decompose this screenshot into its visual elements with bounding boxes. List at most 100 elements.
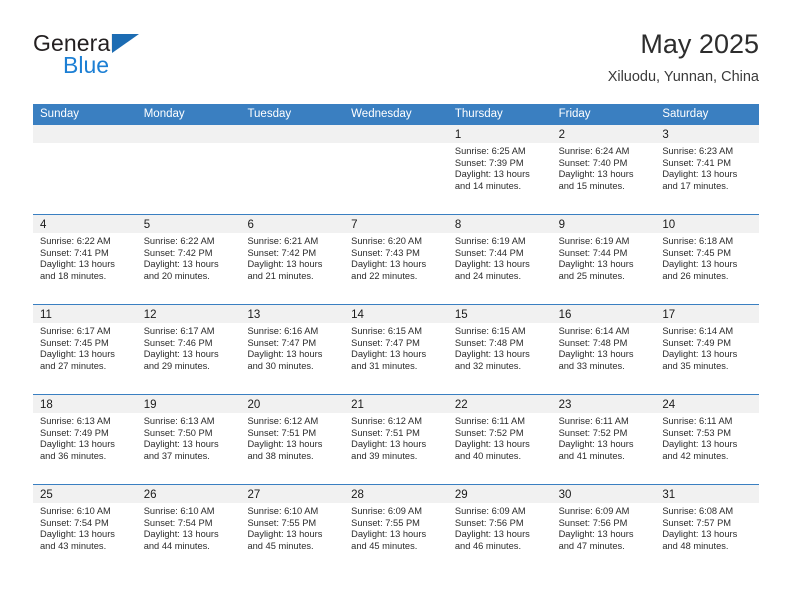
day-number-band: 31 xyxy=(655,485,760,503)
day-number: 7 xyxy=(351,219,358,231)
sunset-text: Sunset: 7:45 PM xyxy=(40,337,109,348)
day-cell-26[interactable]: 26 Sunrise: 6:10 AM Sunset: 7:54 PM Dayligh… xyxy=(136,485,241,574)
sunset-text: Sunset: 7:54 PM xyxy=(143,517,213,528)
day-cell-6[interactable]: 6 Sunrise: 6:21 AM Sunset: 7:42 PM Daylight… xyxy=(240,215,345,304)
sunrise-text: Sunrise: 6:17 AM xyxy=(40,326,111,336)
day-cell-11[interactable]: 11 Sunrise: 6:17 AM Sunset: 7:45 PM Dayligh… xyxy=(33,305,137,394)
daylight-text-line1: Daylight: 13 hours xyxy=(558,529,634,540)
day-cell-2[interactable]: 2 Sunrise: 6:24 AM Sunset: 7:40 PM Daylight… xyxy=(551,125,656,214)
sunset-text: Sunset: 7:42 PM xyxy=(247,247,317,258)
day-cell-3[interactable]: 3 Sunrise: 6:23 AM Sunset: 7:41 PM Daylight… xyxy=(655,125,760,214)
day-number: 15 xyxy=(454,309,468,321)
day-number-band: 20 xyxy=(240,395,345,413)
day-sun-info: Sunrise: 6:15 AM Sunset: 7:47 PM Daylight:… xyxy=(344,323,448,372)
daylight-text-line1: Daylight: 13 hours xyxy=(351,439,427,450)
sunset-text: Sunset: 7:48 PM xyxy=(454,337,524,348)
sunrise-text: Sunrise: 6:22 AM xyxy=(143,236,215,246)
daylight-text-line2: and 29 minutes. xyxy=(143,360,210,371)
day-cell-5[interactable]: 5 Sunrise: 6:22 AM Sunset: 7:42 PM Daylight… xyxy=(136,215,241,304)
day-number-band: 6 xyxy=(240,215,345,233)
sunrise-text: Sunrise: 6:08 AM xyxy=(662,506,734,516)
sunset-text: Sunset: 7:54 PM xyxy=(40,517,109,528)
daylight-text-line1: Daylight: 13 hours xyxy=(143,529,219,540)
daylight-text-line2: and 27 minutes. xyxy=(40,360,107,371)
day-number-band xyxy=(344,125,448,143)
day-cell-25[interactable]: 25 Sunrise: 6:10 AM Sunset: 7:54 PM Dayligh… xyxy=(33,485,137,574)
day-number-band xyxy=(136,125,241,143)
sunset-text: Sunset: 7:51 PM xyxy=(247,427,317,438)
day-cell-12[interactable]: 12 Sunrise: 6:17 AM Sunset: 7:46 PM Dayligh… xyxy=(136,305,241,394)
day-number-band: 24 xyxy=(655,395,760,413)
sunrise-text: Sunrise: 6:12 AM xyxy=(247,416,319,426)
day-number: 23 xyxy=(558,399,572,411)
day-number-band: 30 xyxy=(551,485,656,503)
sunset-text: Sunset: 7:46 PM xyxy=(143,337,213,348)
weekday-header-tuesday: Tuesday xyxy=(247,108,292,120)
sunrise-text: Sunrise: 6:10 AM xyxy=(143,506,215,516)
daylight-text-line2: and 26 minutes. xyxy=(662,270,729,281)
day-cell-28[interactable]: 28 Sunrise: 6:09 AM Sunset: 7:55 PM Dayligh… xyxy=(344,485,448,574)
sunrise-text: Sunrise: 6:13 AM xyxy=(143,416,215,426)
day-number: 13 xyxy=(247,309,261,321)
day-number: 8 xyxy=(454,219,462,231)
calendar-week-row: 4 Sunrise: 6:22 AM Sunset: 7:41 PM Daylight… xyxy=(33,214,760,304)
day-cell-10[interactable]: 10 Sunrise: 6:18 AM Sunset: 7:45 PM Dayligh… xyxy=(655,215,760,304)
sunset-text: Sunset: 7:49 PM xyxy=(662,337,732,348)
sunrise-text: Sunrise: 6:24 AM xyxy=(558,146,630,156)
sunset-text: Sunset: 7:39 PM xyxy=(454,157,524,168)
day-sun-info: Sunrise: 6:16 AM Sunset: 7:47 PM Daylight:… xyxy=(240,323,344,372)
day-cell-empty xyxy=(344,125,448,214)
sunset-text: Sunset: 7:52 PM xyxy=(454,427,524,438)
day-cell-30[interactable]: 30 Sunrise: 6:09 AM Sunset: 7:56 PM Dayligh… xyxy=(551,485,656,574)
day-cell-22[interactable]: 22 Sunrise: 6:11 AM Sunset: 7:52 PM Dayligh… xyxy=(447,395,552,484)
day-sun-info: Sunrise: 6:15 AM Sunset: 7:48 PM Daylight:… xyxy=(448,323,552,372)
weekday-header-thursday: Thursday xyxy=(454,108,503,120)
day-number: 18 xyxy=(40,399,53,411)
daylight-text-line2: and 42 minutes. xyxy=(662,450,729,461)
sunrise-text: Sunrise: 6:14 AM xyxy=(558,326,630,336)
day-number: 17 xyxy=(662,309,676,321)
day-cell-31[interactable]: 31 Sunrise: 6:08 AM Sunset: 7:57 PM Dayligh… xyxy=(655,485,760,574)
day-number-band: 9 xyxy=(551,215,656,233)
day-cell-17[interactable]: 17 Sunrise: 6:14 AM Sunset: 7:49 PM Dayligh… xyxy=(655,305,760,394)
day-number: 26 xyxy=(143,489,157,501)
day-sun-info: Sunrise: 6:09 AM Sunset: 7:55 PM Daylight:… xyxy=(344,503,448,552)
day-cell-7[interactable]: 7 Sunrise: 6:20 AM Sunset: 7:43 PM Daylight… xyxy=(344,215,448,304)
sunrise-text: Sunrise: 6:21 AM xyxy=(247,236,319,246)
daylight-text-line1: Daylight: 13 hours xyxy=(662,529,738,540)
day-cell-15[interactable]: 15 Sunrise: 6:15 AM Sunset: 7:48 PM Dayligh… xyxy=(447,305,552,394)
daylight-text-line2: and 30 minutes. xyxy=(247,360,314,371)
day-number-band: 2 xyxy=(551,125,656,143)
day-number-band: 19 xyxy=(136,395,241,413)
day-cell-24[interactable]: 24 Sunrise: 6:11 AM Sunset: 7:53 PM Dayligh… xyxy=(655,395,760,484)
day-cell-1[interactable]: 1 Sunrise: 6:25 AM Sunset: 7:39 PM Daylight… xyxy=(447,125,552,214)
day-number-band: 27 xyxy=(240,485,345,503)
day-cell-27[interactable]: 27 Sunrise: 6:10 AM Sunset: 7:55 PM Dayligh… xyxy=(240,485,345,574)
sunrise-text: Sunrise: 6:12 AM xyxy=(351,416,422,426)
day-cell-20[interactable]: 20 Sunrise: 6:12 AM Sunset: 7:51 PM Dayligh… xyxy=(240,395,345,484)
day-sun-info: Sunrise: 6:23 AM Sunset: 7:41 PM Daylight:… xyxy=(655,143,759,192)
title-block: May 2025 Xiluodu, Yunnan, China xyxy=(608,28,759,87)
sunrise-text: Sunrise: 6:13 AM xyxy=(40,416,111,426)
weekday-header-saturday: Saturday xyxy=(662,108,709,120)
day-cell-23[interactable]: 23 Sunrise: 6:11 AM Sunset: 7:52 PM Dayligh… xyxy=(551,395,656,484)
sunrise-text: Sunrise: 6:25 AM xyxy=(454,146,526,156)
day-sun-info: Sunrise: 6:24 AM Sunset: 7:40 PM Daylight:… xyxy=(552,143,656,192)
day-cell-16[interactable]: 16 Sunrise: 6:14 AM Sunset: 7:48 PM Dayligh… xyxy=(551,305,656,394)
day-number: 31 xyxy=(662,489,676,501)
day-cell-29[interactable]: 29 Sunrise: 6:09 AM Sunset: 7:56 PM Dayligh… xyxy=(447,485,552,574)
sunrise-text: Sunrise: 6:19 AM xyxy=(454,236,526,246)
day-number-band xyxy=(240,125,345,143)
general-blue-logo[interactable]: General Blue xyxy=(33,30,253,88)
day-cell-9[interactable]: 9 Sunrise: 6:19 AM Sunset: 7:44 PM Daylight… xyxy=(551,215,656,304)
day-cell-18[interactable]: 18 Sunrise: 6:13 AM Sunset: 7:49 PM Dayligh… xyxy=(33,395,137,484)
day-cell-21[interactable]: 21 Sunrise: 6:12 AM Sunset: 7:51 PM Dayligh… xyxy=(344,395,448,484)
day-number: 25 xyxy=(40,489,53,501)
day-cell-13[interactable]: 13 Sunrise: 6:16 AM Sunset: 7:47 PM Dayligh… xyxy=(240,305,345,394)
sunrise-text: Sunrise: 6:20 AM xyxy=(351,236,422,246)
day-cell-8[interactable]: 8 Sunrise: 6:19 AM Sunset: 7:44 PM Daylight… xyxy=(447,215,552,304)
daylight-text-line2: and 41 minutes. xyxy=(558,450,625,461)
day-cell-19[interactable]: 19 Sunrise: 6:13 AM Sunset: 7:50 PM Dayligh… xyxy=(136,395,241,484)
day-cell-14[interactable]: 14 Sunrise: 6:15 AM Sunset: 7:47 PM Dayligh… xyxy=(344,305,448,394)
day-cell-4[interactable]: 4 Sunrise: 6:22 AM Sunset: 7:41 PM Daylight… xyxy=(33,215,137,304)
